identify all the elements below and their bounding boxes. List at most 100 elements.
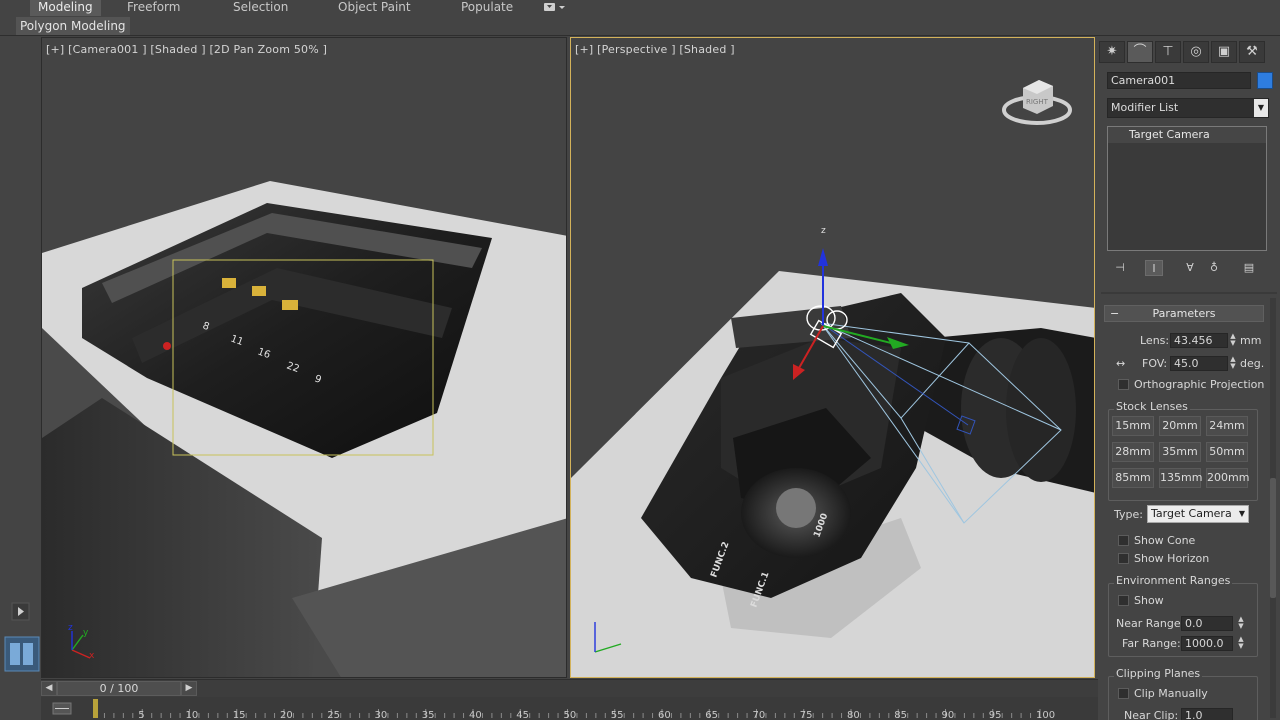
collapse-icon: − bbox=[1110, 307, 1120, 320]
parameters-rollout: − Parameters Lens: 43.456 ▲ ▼ mm ↔ FOV: 4… bbox=[1104, 305, 1264, 720]
next-frame-icon[interactable]: ▶ bbox=[181, 681, 197, 696]
camera-viewport[interactable]: 8 11 16 22 9 x y z [+] [Camera001 ] [Sha… bbox=[41, 37, 567, 678]
type-label: Type: bbox=[1114, 508, 1143, 521]
near-range-spinner[interactable]: 0.0 bbox=[1181, 616, 1233, 631]
near-range-arrows[interactable]: ▲ ▼ bbox=[1237, 616, 1245, 631]
time-slider-bar: ◀ 0 / 100 ▶ bbox=[41, 679, 1098, 697]
show-horizon-checkbox[interactable] bbox=[1118, 553, 1129, 564]
lens-200mm-button[interactable]: 200mm bbox=[1206, 468, 1249, 488]
time-cursor[interactable] bbox=[93, 699, 98, 718]
lens-35mm-button[interactable]: 35mm bbox=[1159, 442, 1201, 462]
lens-unit: mm bbox=[1240, 334, 1262, 347]
command-panel: ✷ ⌒ ⊤ ◎ ▣ ⚒ Camera001 Modifier List ▼ Ta… bbox=[1098, 37, 1280, 720]
previous-frame-icon[interactable]: ◀ bbox=[41, 681, 57, 696]
panel-separator bbox=[1101, 292, 1277, 294]
show-end-result-icon[interactable]: Ⅰ bbox=[1145, 260, 1163, 276]
display-icon[interactable]: ▣ bbox=[1211, 41, 1237, 63]
modifier-list-label: Modifier List bbox=[1111, 101, 1179, 114]
ribbon-tab-bar: Modeling Freeform Selection Object Paint… bbox=[0, 0, 1280, 16]
viewcube-face-label: RIGHT bbox=[1026, 98, 1049, 106]
polygon-modeling-group[interactable]: Polygon Modeling bbox=[16, 17, 130, 35]
perspective-viewport[interactable]: FUNC.2 FUNC.1 1000 z RIGHT [+] [Perspect… bbox=[570, 37, 1095, 678]
pin-stack-icon[interactable]: ⊣ bbox=[1111, 260, 1129, 276]
timeline-tick-label: 80 bbox=[847, 710, 860, 720]
track-bar[interactable]: 5 10 15 20 25 30 35 40 45 50 55 60 65 70 75 80 85 90 95 100 bbox=[41, 697, 1098, 720]
perspective-view-scene: FUNC.2 FUNC.1 1000 z RIGHT bbox=[571, 80, 1094, 677]
left-viewport-label[interactable]: [+] [Camera001 ] [Shaded ] [2D Pan Zoom … bbox=[46, 43, 327, 56]
show-cone-checkbox[interactable] bbox=[1118, 535, 1129, 546]
fov-label: FOV: bbox=[1142, 357, 1168, 370]
far-range-spinner[interactable]: 1000.0 bbox=[1181, 636, 1233, 651]
tab-freeform[interactable]: Freeform bbox=[127, 0, 180, 16]
viewcube[interactable]: RIGHT bbox=[1002, 80, 1072, 125]
make-unique-icon[interactable]: ∀ bbox=[1181, 260, 1199, 276]
stack-item-target-camera[interactable]: Target Camera bbox=[1108, 127, 1266, 143]
stock-lenses-title: Stock Lenses bbox=[1114, 400, 1190, 413]
expand-arrow-icon[interactable] bbox=[11, 602, 30, 621]
scrollbar-thumb[interactable] bbox=[1270, 478, 1276, 598]
tab-modeling[interactable]: Modeling bbox=[30, 0, 101, 16]
create-icon[interactable]: ✷ bbox=[1099, 41, 1125, 63]
time-slider[interactable]: 0 / 100 bbox=[57, 681, 181, 696]
timeline-tick-label: 30 bbox=[375, 710, 388, 720]
remove-modifier-icon[interactable]: ♁ bbox=[1205, 260, 1223, 276]
timeline-tick-label: 60 bbox=[658, 710, 671, 720]
near-clip-label: Near Clip: bbox=[1124, 709, 1179, 720]
orthographic-checkbox[interactable] bbox=[1118, 379, 1129, 390]
hierarchy-icon[interactable]: ⊤ bbox=[1155, 41, 1181, 63]
motion-icon[interactable]: ◎ bbox=[1183, 41, 1209, 63]
lens-85mm-button[interactable]: 85mm bbox=[1112, 468, 1154, 488]
timeline-tick-label: 15 bbox=[233, 710, 246, 720]
clip-manually-checkbox[interactable] bbox=[1118, 688, 1129, 699]
configure-modifier-sets-icon[interactable]: ▤ bbox=[1240, 260, 1258, 276]
near-range-label: Near Range: bbox=[1116, 617, 1185, 630]
modifier-stack[interactable]: Target Camera bbox=[1107, 126, 1267, 251]
lens-20mm-button[interactable]: 20mm bbox=[1159, 416, 1201, 436]
tab-populate[interactable]: Populate bbox=[461, 0, 513, 16]
modify-icon[interactable]: ⌒ bbox=[1127, 41, 1153, 63]
tab-object-paint[interactable]: Object Paint bbox=[338, 0, 411, 16]
ribbon-panel: Polygon Modeling bbox=[0, 16, 1280, 36]
chevron-down-icon: ▼ bbox=[1238, 509, 1245, 518]
timeline-tick-label: 20 bbox=[280, 710, 293, 720]
lens-24mm-button[interactable]: 24mm bbox=[1206, 416, 1248, 436]
utilities-icon[interactable]: ⚒ bbox=[1239, 41, 1265, 63]
env-show-checkbox[interactable] bbox=[1118, 595, 1129, 606]
lens-50mm-button[interactable]: 50mm bbox=[1206, 442, 1248, 462]
show-horizon-label: Show Horizon bbox=[1134, 552, 1210, 565]
viewport-layout-icon[interactable] bbox=[4, 636, 40, 672]
parameters-rollout-header[interactable]: − Parameters bbox=[1104, 305, 1264, 322]
fov-direction-icon[interactable]: ↔ bbox=[1116, 357, 1125, 370]
tab-selection[interactable]: Selection bbox=[233, 0, 288, 16]
lens-15mm-button[interactable]: 15mm bbox=[1112, 416, 1154, 436]
object-name-field[interactable]: Camera001 bbox=[1107, 72, 1251, 89]
command-panel-scrollbar[interactable] bbox=[1270, 298, 1276, 718]
orthographic-label: Orthographic Projection bbox=[1134, 378, 1265, 391]
camera-type-dropdown[interactable]: Target Camera ▼ bbox=[1147, 505, 1249, 523]
fov-unit: deg. bbox=[1240, 357, 1265, 370]
gizmo-z-label: z bbox=[821, 226, 826, 236]
clip-manually-label: Clip Manually bbox=[1134, 687, 1208, 700]
timeline-tick-label: 100 bbox=[1036, 710, 1055, 720]
timeline-tick-label: 10 bbox=[186, 710, 199, 720]
far-range-arrows[interactable]: ▲ ▼ bbox=[1237, 636, 1245, 651]
object-color-swatch[interactable] bbox=[1257, 72, 1273, 89]
lens-spinner[interactable]: 43.456 bbox=[1170, 333, 1228, 348]
lens-28mm-button[interactable]: 28mm bbox=[1112, 442, 1154, 462]
rollout-title: Parameters bbox=[1152, 307, 1216, 320]
timeline-tick-label: 40 bbox=[469, 710, 482, 720]
modifier-list-dropdown[interactable]: Modifier List ▼ bbox=[1107, 98, 1269, 118]
chevron-down-icon: ▼ bbox=[1254, 99, 1268, 117]
right-viewport-label[interactable]: [+] [Perspective ] [Shaded ] bbox=[575, 43, 735, 56]
ribbon-options-icon[interactable] bbox=[543, 0, 567, 16]
lens-135mm-button[interactable]: 135mm bbox=[1159, 468, 1202, 488]
fov-spinner-arrows[interactable]: ▲ ▼ bbox=[1229, 356, 1237, 371]
camera-type-value: Target Camera bbox=[1151, 507, 1232, 520]
lens-label: Lens: bbox=[1140, 334, 1170, 347]
key-filter-icon[interactable] bbox=[52, 702, 72, 715]
fov-spinner[interactable]: 45.0 bbox=[1170, 356, 1228, 371]
timeline-tick-label: 55 bbox=[611, 710, 624, 720]
timeline-tick-label: 95 bbox=[989, 710, 1002, 720]
near-clip-spinner[interactable]: 1.0 bbox=[1181, 708, 1233, 720]
lens-spinner-arrows[interactable]: ▲ ▼ bbox=[1229, 333, 1237, 348]
